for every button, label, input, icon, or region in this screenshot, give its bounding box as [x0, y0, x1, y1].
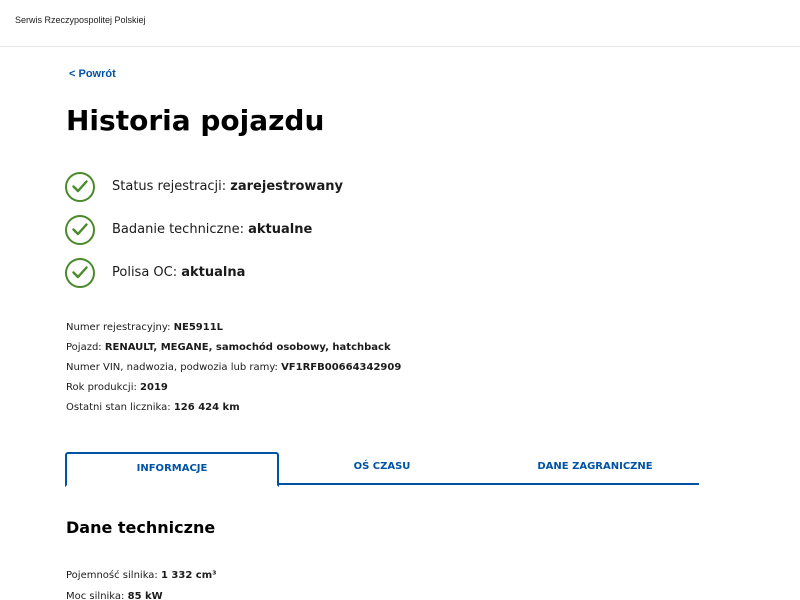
registration-number-value: NE5911L — [173, 322, 224, 333]
vehicle-model-label: Pojazd: — [66, 341, 105, 353]
status-label: Badanie techniczne: — [112, 222, 249, 237]
engine-capacity-value: 1 332 cm³ — [160, 570, 217, 581]
back-link[interactable]: < Powrót — [69, 68, 116, 80]
engine-power-row: Moc silnika: 85 kW — [66, 586, 217, 600]
status-value: aktualna — [181, 265, 246, 280]
status-value: zarejestrowany — [230, 179, 343, 194]
engine-capacity-label: Pojemność silnika: — [66, 570, 161, 581]
registration-number-label: Numer rejestracyjny: — [66, 322, 174, 333]
status-insurance-text: Polisa OC: aktualna — [112, 265, 245, 280]
vin-value: VF1RFB00664342909 — [281, 361, 402, 373]
status-insurance: Polisa OC: aktualna — [65, 258, 565, 288]
engine-capacity-row: Pojemność silnika: 1 332 cm³ — [66, 565, 217, 586]
vin-label: Numer VIN, nadwozia, podwozia lub ramy: — [66, 361, 282, 373]
vehicle-model-value: RENAULT, MEGANE, samochód osobowy, hatch… — [104, 341, 391, 353]
status-registration: Status rejestracji: zarejestrowany — [65, 172, 565, 202]
section-title: Dane techniczne — [66, 518, 216, 537]
status-label: Polisa OC: — [112, 265, 182, 280]
check-icon — [65, 258, 95, 288]
tab-dane-zagraniczne[interactable]: DANE ZAGRANICZNE — [505, 452, 685, 485]
production-year-label: Rok produkcji: — [66, 381, 141, 393]
vehicle-model-row: Pojazd: RENAULT, MEGANE, samochód osobow… — [66, 338, 401, 358]
top-bar: Serwis Rzeczypospolitej Polskiej — [0, 0, 800, 47]
engine-power-label: Moc silnika: — [66, 591, 128, 600]
check-icon — [65, 172, 95, 202]
technical-details: Pojemność silnika: 1 332 cm³ Moc silnika… — [66, 565, 217, 600]
check-icon — [65, 215, 95, 245]
status-inspection: Badanie techniczne: aktualne — [65, 215, 565, 245]
registration-number-row: Numer rejestracyjny: NE5911L — [66, 318, 401, 338]
mileage-value: 126 424 km — [173, 401, 240, 413]
vehicle-details: Numer rejestracyjny: NE5911L Pojazd: REN… — [66, 318, 401, 418]
mileage-row: Ostatni stan licznika: 126 424 km — [66, 398, 401, 418]
site-brand[interactable]: Serwis Rzeczypospolitej Polskiej — [15, 15, 146, 25]
vin-row: Numer VIN, nadwozia, podwozia lub ramy: … — [66, 358, 401, 378]
tab-os-czasu[interactable]: OŚ CZASU — [315, 452, 449, 485]
status-inspection-text: Badanie techniczne: aktualne — [112, 222, 312, 237]
production-year-value: 2019 — [140, 381, 168, 393]
status-registration-text: Status rejestracji: zarejestrowany — [112, 179, 343, 194]
tab-bar: INFORMACJE OŚ CZASU DANE ZAGRANICZNE — [65, 452, 699, 487]
tab-informacje[interactable]: INFORMACJE — [65, 452, 279, 487]
status-value: aktualne — [248, 222, 313, 237]
page-title: Historia pojazdu — [66, 104, 325, 137]
status-label: Status rejestracji: — [112, 179, 231, 194]
mileage-label: Ostatni stan licznika: — [66, 401, 174, 413]
production-year-row: Rok produkcji: 2019 — [66, 378, 401, 398]
engine-power-value: 85 kW — [127, 591, 163, 600]
